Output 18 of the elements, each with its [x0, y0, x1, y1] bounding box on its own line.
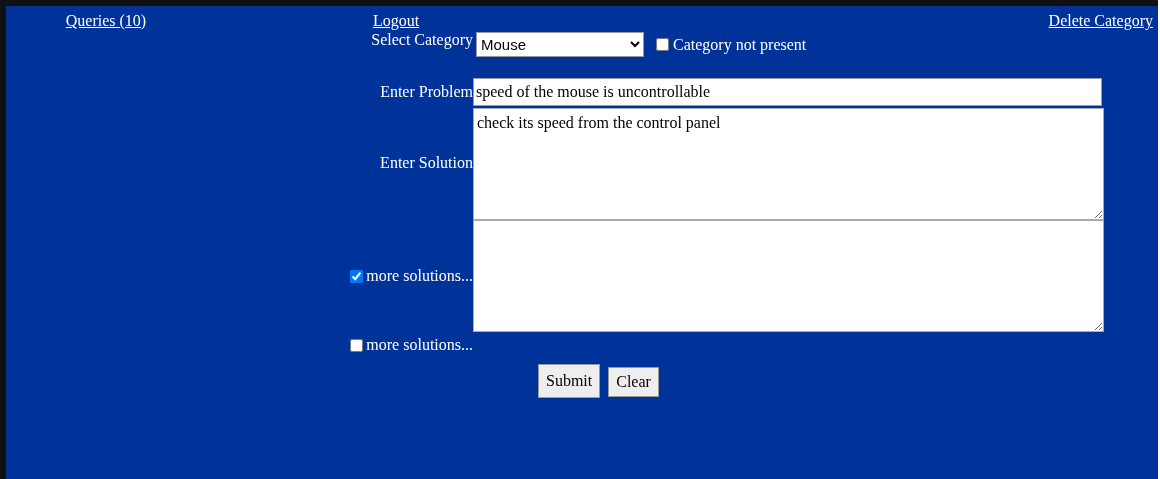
checkbox-label: Category not present	[673, 34, 807, 56]
category-dropdown[interactable]: Mouse	[476, 32, 644, 57]
problem-field[interactable]: speed of the mouse is uncontrollable	[473, 78, 1102, 106]
checkbox[interactable]	[656, 38, 669, 51]
field-label: Enter Solution	[380, 153, 473, 173]
nav-link[interactable]: Delete Category	[1048, 9, 1153, 33]
field-label: Select Category	[371, 30, 473, 51]
checkbox[interactable]	[350, 269, 364, 283]
checkbox[interactable]	[350, 338, 364, 352]
solution-field[interactable]	[473, 220, 1104, 332]
field-label: Enter Problem	[380, 82, 473, 102]
clear-button[interactable]: Clear	[608, 367, 659, 397]
submit-button[interactable]: Submit	[538, 364, 601, 398]
solution-field[interactable]: check its speed from the control panel	[473, 108, 1104, 220]
nav-link[interactable]: Logout	[372, 9, 420, 33]
checkbox-label: more solutions...	[366, 335, 473, 355]
nav-link[interactable]: Queries (10)	[65, 9, 147, 33]
checkbox-label: more solutions...	[366, 266, 473, 286]
